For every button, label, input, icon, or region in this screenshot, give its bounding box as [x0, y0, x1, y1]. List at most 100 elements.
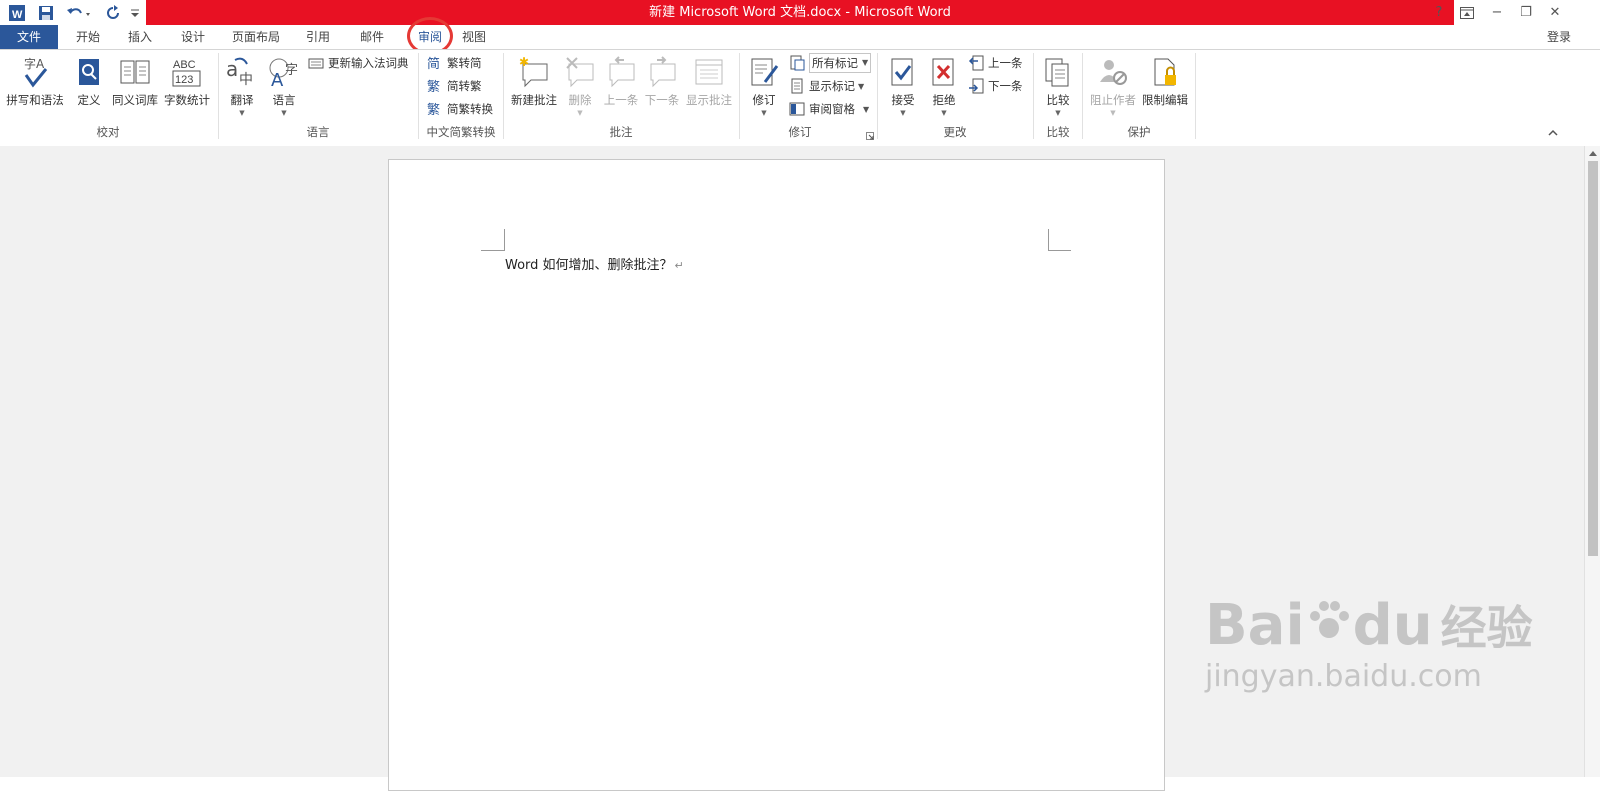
language-globe-icon: A字	[267, 54, 301, 90]
tab-mailings[interactable]: 邮件	[354, 25, 390, 49]
svg-text:中: 中	[239, 72, 253, 88]
window-title: 新建 Microsoft Word 文档.docx - Microsoft Wo…	[649, 5, 951, 20]
define-button[interactable]: 定义	[73, 54, 105, 108]
document-text[interactable]: Word 如何增加、删除批注？ ↵	[505, 254, 684, 273]
dialog-launcher-icon[interactable]	[866, 129, 874, 140]
update-ime-dictionary-button[interactable]: 更新输入法词典	[307, 53, 409, 73]
dropdown-arrow-icon: ▼	[862, 58, 869, 67]
previous-change-button[interactable]: 上一条	[967, 53, 1023, 73]
reviewing-pane-button[interactable]: 审阅窗格 ▼	[788, 99, 869, 119]
new-comment-icon: ✱	[517, 54, 551, 90]
group-label-protect: 保护	[1127, 125, 1151, 139]
minimize-button[interactable]: −	[1485, 3, 1509, 23]
language-button[interactable]: A字 语言 ▼	[264, 54, 304, 117]
save-icon[interactable]	[35, 3, 57, 23]
svg-text:✱: ✱	[519, 56, 529, 69]
tab-page-layout[interactable]: 页面布局	[228, 25, 284, 49]
next-comment-button[interactable]: 下一条	[643, 54, 681, 108]
restore-button[interactable]: ❐	[1514, 3, 1538, 23]
dropdown-arrow-icon: ▼	[900, 109, 906, 117]
tab-view[interactable]: 视图	[456, 25, 492, 49]
track-changes-icon	[747, 54, 781, 90]
track-changes-button[interactable]: 修订 ▼	[746, 54, 782, 117]
next-change-button[interactable]: 下一条	[967, 76, 1023, 96]
paw-icon	[1309, 601, 1349, 638]
reject-button[interactable]: 拒绝 ▼	[926, 54, 962, 117]
scroll-up-arrow-icon[interactable]	[1588, 148, 1598, 158]
previous-change-icon	[967, 54, 985, 72]
group-separator	[1033, 53, 1034, 139]
svg-text:字A: 字A	[24, 56, 45, 71]
svg-text:W: W	[12, 9, 23, 21]
margin-corner-mark	[1048, 250, 1071, 251]
next-comment-icon	[645, 54, 679, 90]
previous-comment-button[interactable]: 上一条	[602, 54, 640, 108]
show-comments-icon	[692, 54, 726, 90]
svg-text:繁: 繁	[427, 79, 440, 94]
previous-comment-icon	[604, 54, 638, 90]
thesaurus-button[interactable]: 同义词库	[110, 54, 160, 108]
word-logo-icon[interactable]: W	[6, 3, 28, 23]
redo-icon[interactable]	[102, 3, 124, 23]
paragraph-mark: ↵	[674, 259, 684, 272]
simplified-to-traditional-button[interactable]: 繁 简转繁	[426, 76, 482, 96]
s2t-icon: 繁	[426, 77, 444, 95]
accept-button[interactable]: 接受 ▼	[885, 54, 921, 117]
restrict-editing-button[interactable]: 限制编辑	[1140, 54, 1190, 108]
tab-file[interactable]: 文件	[0, 25, 58, 49]
svg-text:a: a	[226, 57, 238, 81]
tab-design[interactable]: 设计	[175, 25, 211, 49]
svg-text:简: 简	[427, 56, 440, 71]
dropdown-arrow-icon: ▼	[858, 81, 865, 91]
restrict-editing-icon	[1148, 54, 1182, 90]
group-label-tracking: 修订	[788, 125, 812, 139]
show-markup-icon	[788, 77, 806, 95]
delete-comment-button[interactable]: 删除 ▼	[564, 54, 596, 117]
dropdown-arrow-icon: ▼	[1055, 109, 1061, 117]
margin-corner-mark	[504, 229, 505, 251]
ribbon-display-options-icon[interactable]	[1455, 3, 1479, 23]
traditional-to-simplified-button[interactable]: 简 繁转简	[426, 53, 482, 73]
word-count-icon: ABC 123	[170, 54, 204, 90]
thesaurus-icon	[118, 54, 152, 90]
tab-home[interactable]: 开始	[70, 25, 106, 49]
dropdown-arrow-icon: ▼	[577, 109, 583, 117]
group-label-comments: 批注	[609, 125, 633, 139]
help-button[interactable]: ?	[1427, 3, 1451, 23]
baidu-watermark: Bai du 经验 jingyan.baidu.com	[1205, 593, 1533, 694]
svg-text:繁: 繁	[427, 102, 440, 117]
translate-button[interactable]: a中 翻译 ▼	[224, 54, 260, 117]
markup-display-select[interactable]: 所有标记 ▼	[788, 53, 872, 73]
show-markup-button[interactable]: 显示标记 ▼	[788, 76, 864, 96]
reviewing-pane-icon	[788, 100, 806, 118]
tab-references[interactable]: 引用	[300, 25, 336, 49]
undo-icon[interactable]	[63, 3, 93, 23]
margin-corner-mark	[481, 250, 504, 251]
spelling-grammar-button[interactable]: 字A 拼写和语法	[5, 54, 65, 108]
group-label-compare: 比较	[1046, 125, 1070, 139]
block-authors-icon	[1096, 54, 1130, 90]
show-comments-button[interactable]: 显示批注	[684, 54, 734, 108]
scrollbar-thumb[interactable]	[1588, 161, 1598, 556]
translate-icon: a中	[225, 54, 259, 90]
dropdown-arrow-icon: ▼	[281, 109, 287, 117]
compare-button[interactable]: 比较 ▼	[1040, 54, 1076, 117]
chinese-conversion-button[interactable]: 繁 简繁转换	[426, 99, 493, 119]
word-count-button[interactable]: ABC 123 字数统计	[162, 54, 212, 108]
tab-insert[interactable]: 插入	[122, 25, 158, 49]
convert-icon: 繁	[426, 100, 444, 118]
new-comment-button[interactable]: ✱ 新建批注	[508, 54, 560, 108]
group-separator	[1195, 53, 1196, 139]
delete-comment-icon	[563, 54, 597, 90]
margin-corner-mark	[1048, 229, 1049, 251]
dropdown-arrow-icon: ▼	[239, 109, 245, 117]
close-button[interactable]: ✕	[1543, 3, 1567, 23]
customize-qat-icon[interactable]	[128, 3, 142, 23]
collapse-ribbon-icon[interactable]	[1547, 127, 1559, 137]
sign-in-link[interactable]: 登录	[1540, 25, 1578, 49]
group-label-chinese-conversion: 中文简繁转换	[426, 125, 496, 139]
group-label-proofing: 校对	[96, 125, 120, 139]
group-label-language: 语言	[306, 125, 330, 139]
dropdown-arrow-icon: ▼	[1110, 109, 1116, 117]
block-authors-button[interactable]: 阻止作者 ▼	[1088, 54, 1138, 117]
